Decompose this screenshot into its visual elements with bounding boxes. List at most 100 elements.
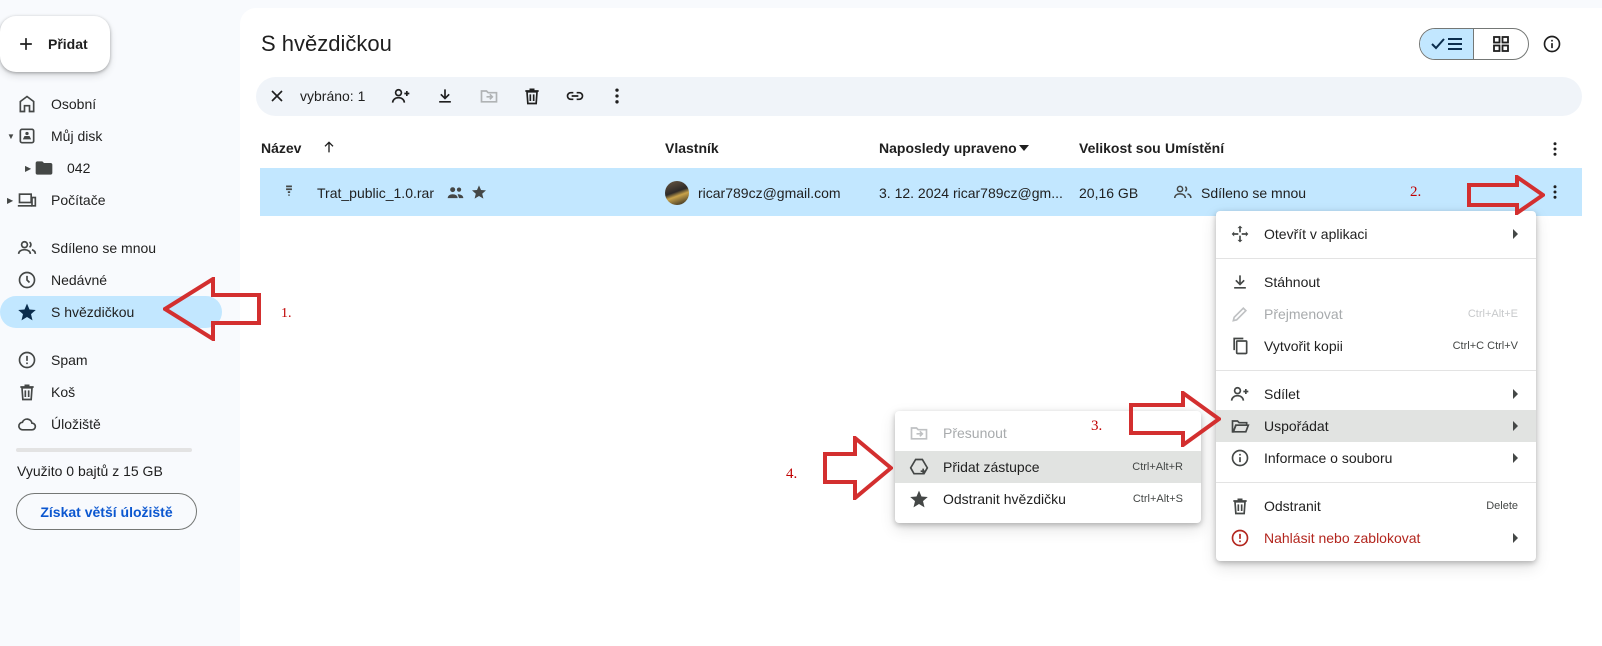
- more-vert-icon[interactable]: [1546, 183, 1564, 201]
- sidebar-item-spam[interactable]: Spam: [0, 344, 222, 376]
- sidebar-item-my-drive[interactable]: ▼ Můj disk: [0, 120, 222, 152]
- sidebar-item-storage[interactable]: Úložiště: [0, 408, 222, 440]
- context-menu: Otevřít v aplikaci Stáhnout Přejmenovat …: [1216, 211, 1536, 561]
- menu-divider: [1216, 258, 1536, 259]
- file-modified: 3. 12. 2024 ricar789cz@gm...: [879, 185, 1063, 201]
- menu-item-shortcut: Delete: [1486, 500, 1518, 512]
- menu-item-label: Vytvořit kopii: [1264, 338, 1343, 354]
- menu-item-file-info[interactable]: Informace o souboru: [1216, 442, 1536, 474]
- menu-item-remove-star[interactable]: Odstranit hvězdičku Ctrl+Alt+S: [895, 483, 1201, 515]
- menu-item-make-copy[interactable]: Vytvořit kopii Ctrl+C Ctrl+V: [1216, 330, 1536, 362]
- new-button[interactable]: Přidat: [0, 16, 110, 72]
- details-button[interactable]: [1542, 34, 1562, 54]
- selection-toolbar: vybráno: 1: [256, 77, 1582, 116]
- caret-right-icon[interactable]: ▶: [7, 196, 13, 205]
- person-add-icon: [1230, 386, 1249, 401]
- avatar: [665, 181, 689, 205]
- page-title: S hvězdičkou: [261, 31, 392, 56]
- grid-view-button[interactable]: [1474, 29, 1528, 59]
- caret-right-icon[interactable]: ▶: [25, 164, 31, 173]
- annotation-arrow-right-icon: [1129, 391, 1221, 447]
- add-shortcut-icon: [909, 458, 929, 475]
- menu-item-label: Odstranit: [1264, 498, 1321, 514]
- annotation-label: 2.: [1410, 184, 1422, 200]
- more-vert-icon[interactable]: [1546, 140, 1564, 158]
- more-vert-icon[interactable]: [607, 86, 627, 106]
- folder-icon: [35, 161, 53, 175]
- file-owner: ricar789cz@gmail.com: [698, 185, 841, 201]
- home-icon: [19, 95, 35, 113]
- menu-item-add-shortcut[interactable]: Přidat zástupce Ctrl+Alt+R: [895, 451, 1201, 483]
- clock-icon: [18, 271, 36, 289]
- sidebar-item-label: Úložiště: [51, 416, 101, 432]
- storage-usage-bar: [16, 448, 192, 452]
- open-with-icon: [1231, 225, 1249, 243]
- menu-item-label: Přejmenovat: [1264, 306, 1343, 322]
- file-name[interactable]: Trat_public_1.0.rar: [317, 185, 434, 201]
- sidebar-item-home[interactable]: Osobní: [0, 88, 222, 120]
- menu-item-label: Přesunout: [943, 425, 1007, 441]
- sidebar-item-folder-042[interactable]: ▶ 042: [0, 152, 222, 184]
- menu-item-label: Odstranit hvězdičku: [943, 491, 1066, 507]
- column-header-owner[interactable]: Vlastník: [665, 140, 719, 156]
- column-header-size[interactable]: Velikost soub: [1079, 140, 1160, 156]
- menu-item-label: Otevřít v aplikaci: [1264, 226, 1368, 242]
- annotation-arrow-left-icon: [163, 277, 261, 341]
- star-icon[interactable]: [471, 184, 487, 200]
- submenu-arrow-icon: [1513, 389, 1518, 399]
- spam-icon: [18, 351, 36, 369]
- people-icon: [1174, 185, 1192, 199]
- sidebar-item-label: 042: [67, 160, 91, 176]
- move-icon: [910, 427, 928, 440]
- sort-arrow-up-icon[interactable]: [321, 139, 337, 155]
- download-icon[interactable]: [435, 86, 455, 106]
- view-toggle[interactable]: [1419, 28, 1529, 60]
- move-icon: [480, 90, 498, 103]
- pencil-icon: [1232, 306, 1248, 322]
- menu-divider: [1216, 482, 1536, 483]
- caret-down-icon[interactable]: ▼: [7, 132, 15, 141]
- download-icon: [1234, 275, 1246, 289]
- submenu-arrow-icon: [1513, 421, 1518, 431]
- column-header-modified[interactable]: Naposledy upraveno: [879, 140, 1017, 156]
- grid-icon: [1493, 36, 1509, 52]
- dropdown-arrow-icon[interactable]: [1019, 144, 1029, 152]
- trash-icon[interactable]: [522, 86, 542, 106]
- link-icon[interactable]: [565, 86, 585, 106]
- sidebar-item-trash[interactable]: Koš: [0, 376, 222, 408]
- sidebar-item-shared-with-me[interactable]: Sdíleno se mnou: [0, 232, 222, 264]
- annotation-label: 4.: [786, 466, 798, 482]
- star-icon: [910, 490, 928, 508]
- menu-item-delete[interactable]: Odstranit Delete: [1216, 490, 1536, 522]
- menu-item-label: Informace o souboru: [1264, 450, 1393, 466]
- menu-item-open-with[interactable]: Otevřít v aplikaci: [1216, 218, 1536, 250]
- close-icon[interactable]: [267, 86, 287, 106]
- menu-item-label: Uspořádat: [1264, 418, 1329, 434]
- storage-usage-text: Využito 0 bajtů z 15 GB: [17, 463, 163, 479]
- archive-file-icon: [286, 185, 292, 196]
- annotation-label: 1.: [281, 306, 292, 321]
- info-icon: [1231, 449, 1249, 467]
- share-icon[interactable]: [391, 86, 411, 106]
- column-header-location[interactable]: Umístění: [1165, 140, 1224, 156]
- get-more-storage-button[interactable]: Získat větší úložiště: [16, 493, 197, 530]
- folder-open-icon: [1231, 420, 1250, 433]
- annotation-arrow-right-icon: [823, 436, 893, 500]
- menu-item-report-block[interactable]: Nahlásit nebo zablokovat: [1216, 522, 1536, 554]
- menu-item-organize[interactable]: Uspořádat: [1216, 410, 1536, 442]
- file-size: 20,16 GB: [1079, 185, 1139, 201]
- sidebar-item-label: Spam: [51, 352, 88, 368]
- submenu-arrow-icon: [1513, 229, 1518, 239]
- cloud-icon: [18, 418, 37, 431]
- menu-item-share[interactable]: Sdílet: [1216, 378, 1536, 410]
- sidebar-item-label: Koš: [51, 384, 76, 400]
- star-icon: [18, 303, 36, 321]
- menu-item-download[interactable]: Stáhnout: [1216, 266, 1536, 298]
- list-view-button[interactable]: [1420, 29, 1475, 59]
- sidebar-item-label: Sdíleno se mnou: [51, 240, 157, 256]
- sidebar-item-label: Můj disk: [51, 128, 103, 144]
- submenu-arrow-icon: [1513, 533, 1518, 543]
- sidebar-item-computers[interactable]: ▶ Počítače: [0, 184, 222, 216]
- column-header-name[interactable]: Název: [261, 140, 301, 156]
- annotation-label: 3.: [1091, 418, 1103, 434]
